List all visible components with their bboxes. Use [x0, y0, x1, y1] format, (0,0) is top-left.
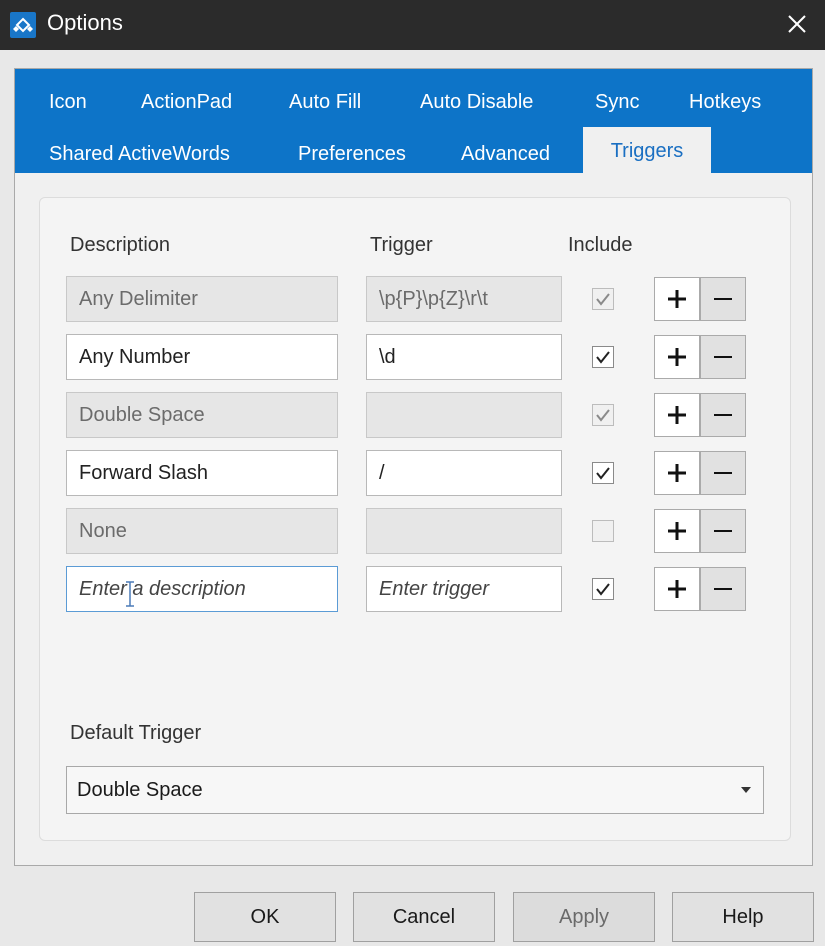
- tab-hotkeys[interactable]: Hotkeys: [689, 90, 761, 114]
- description-field: Double Space: [66, 392, 338, 438]
- include-checkbox[interactable]: [592, 578, 614, 600]
- remove-row-button[interactable]: [700, 451, 746, 495]
- options-dialog: Icon ActionPad Auto Fill Auto Disable Sy…: [14, 68, 813, 866]
- checkmark-icon: [596, 351, 610, 364]
- add-row-button[interactable]: [654, 335, 700, 379]
- add-row-button[interactable]: [654, 277, 700, 321]
- include-checkbox[interactable]: [592, 462, 614, 484]
- tab-bar: Icon ActionPad Auto Fill Auto Disable Sy…: [15, 69, 812, 174]
- plus-icon: [668, 348, 686, 366]
- plus-icon: [668, 406, 686, 424]
- ok-button[interactable]: OK: [194, 892, 336, 942]
- activewords-app-icon: [10, 12, 36, 38]
- tab-icon[interactable]: Icon: [49, 90, 87, 114]
- cancel-button[interactable]: Cancel: [353, 892, 495, 942]
- new-trigger-input[interactable]: Enter trigger: [366, 566, 562, 612]
- minus-icon: [714, 472, 732, 474]
- window-title: Options: [47, 10, 123, 35]
- remove-row-button[interactable]: [700, 277, 746, 321]
- include-checkbox: [592, 288, 614, 310]
- tab-triggers[interactable]: Triggers: [583, 127, 711, 174]
- minus-icon: [714, 356, 732, 358]
- apply-button[interactable]: Apply: [513, 892, 655, 942]
- tab-auto-disable[interactable]: Auto Disable: [420, 90, 533, 114]
- checkmark-icon: [596, 409, 610, 422]
- plus-icon: [668, 464, 686, 482]
- close-icon: [788, 15, 806, 33]
- trigger-column-header: Trigger: [370, 234, 433, 256]
- add-row-button[interactable]: [654, 393, 700, 437]
- add-row-button[interactable]: [654, 567, 700, 611]
- trigger-field: [366, 508, 562, 554]
- new-description-input[interactable]: Enter a description: [66, 566, 338, 612]
- include-checkbox: [592, 404, 614, 426]
- title-bar: Options: [0, 0, 825, 50]
- minus-icon: [714, 414, 732, 416]
- tab-auto-fill[interactable]: Auto Fill: [289, 90, 361, 114]
- tab-preferences[interactable]: Preferences: [298, 142, 406, 166]
- trigger-field: \p{P}\p{Z}\r\t: [366, 276, 562, 322]
- description-column-header: Description: [70, 234, 171, 256]
- plus-icon: [668, 580, 686, 598]
- description-field[interactable]: Forward Slash: [66, 450, 338, 496]
- minus-icon: [714, 298, 732, 300]
- tab-advanced[interactable]: Advanced: [461, 142, 550, 166]
- minus-icon: [714, 588, 732, 590]
- plus-icon: [668, 290, 686, 308]
- tab-sync[interactable]: Sync: [595, 90, 639, 114]
- include-column-header: Include: [568, 234, 633, 256]
- remove-row-button[interactable]: [700, 509, 746, 553]
- description-field[interactable]: Any Number: [66, 334, 338, 380]
- remove-row-button[interactable]: [700, 393, 746, 437]
- include-checkbox: [592, 520, 614, 542]
- default-trigger-label: Default Trigger: [70, 722, 202, 744]
- remove-row-button[interactable]: [700, 335, 746, 379]
- dropdown-arrow-icon: [741, 787, 751, 793]
- help-button[interactable]: Help: [672, 892, 814, 942]
- plus-icon: [668, 522, 686, 540]
- description-field: None: [66, 508, 338, 554]
- minus-icon: [714, 530, 732, 532]
- trigger-field[interactable]: \d: [366, 334, 562, 380]
- include-checkbox[interactable]: [592, 346, 614, 368]
- default-trigger-value: Double Space: [77, 779, 203, 801]
- tab-shared-activewords[interactable]: Shared ActiveWords: [49, 142, 230, 166]
- add-row-button[interactable]: [654, 451, 700, 495]
- trigger-field[interactable]: /: [366, 450, 562, 496]
- text-cursor-icon: [126, 581, 134, 607]
- description-field: Any Delimiter: [66, 276, 338, 322]
- default-trigger-dropdown[interactable]: Double Space: [66, 766, 764, 814]
- checkmark-icon: [596, 293, 610, 306]
- triggers-panel: Description Trigger Include Any Delimite…: [39, 197, 791, 841]
- tab-actionpad[interactable]: ActionPad: [141, 90, 232, 114]
- remove-row-button[interactable]: [700, 567, 746, 611]
- close-button[interactable]: [781, 8, 813, 40]
- checkmark-icon: [596, 467, 610, 480]
- trigger-field: [366, 392, 562, 438]
- add-row-button[interactable]: [654, 509, 700, 553]
- checkmark-icon: [596, 583, 610, 596]
